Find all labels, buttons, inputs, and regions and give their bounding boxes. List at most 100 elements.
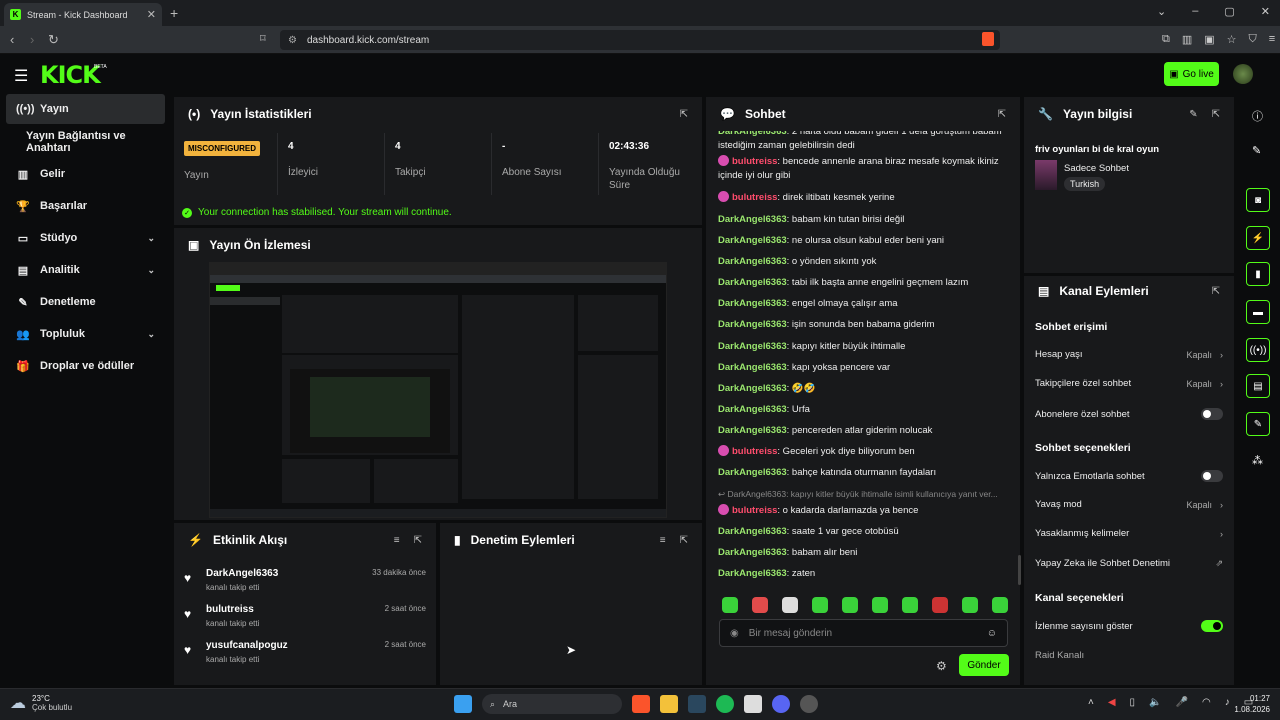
- chat-username[interactable]: DarkAngel6363: [718, 547, 787, 558]
- nodes-icon[interactable]: ⁂: [1252, 454, 1263, 467]
- chat-username[interactable]: DarkAngel6363: [718, 362, 787, 373]
- popout-icon[interactable]: ⇱: [680, 535, 688, 546]
- maximize-icon[interactable]: ▢: [1224, 5, 1234, 18]
- hamburger-menu-icon[interactable]: ☰: [14, 66, 28, 86]
- tray-app-icon[interactable]: ◀: [1108, 697, 1116, 708]
- chat-message[interactable]: bulutreiss: Geceleri yok diye biliyorum …: [718, 445, 1008, 459]
- steam-icon[interactable]: [688, 695, 706, 713]
- tab-list-icon[interactable]: ⌄: [1157, 5, 1166, 18]
- chat-message[interactable]: DarkAngel6363: babam kin tutan birisi de…: [718, 213, 1008, 227]
- chat-username[interactable]: DarkAngel6363: [718, 319, 787, 330]
- chat-username[interactable]: DarkAngel6363: [718, 467, 787, 478]
- chat-username[interactable]: DarkAngel6363: [718, 383, 787, 394]
- bookmarks-star-icon[interactable]: ☆: [1227, 33, 1237, 46]
- tab-close-icon[interactable]: ✕: [147, 8, 156, 21]
- chat-reply-preview[interactable]: ↩ DarkAngel6363: kapıyı kitler büyük iht…: [718, 487, 1008, 501]
- emote-button[interactable]: [932, 597, 948, 613]
- sidebar-item-stream[interactable]: ((•)) Yayın: [6, 94, 165, 124]
- popout-icon[interactable]: ⇱: [1212, 286, 1220, 297]
- chat-message-list[interactable]: DarkAngel6363: 2 hafta oldu babam gidelı…: [718, 131, 1008, 595]
- chat-message[interactable]: DarkAngel6363: zaten: [718, 567, 1008, 581]
- emote-button[interactable]: [992, 597, 1008, 613]
- sidebar-item-stream-key[interactable]: Yayın Bağlantısı ve Anahtarı: [6, 127, 165, 157]
- popout-icon[interactable]: ⇱: [680, 109, 688, 120]
- stream-preview-video[interactable]: [209, 262, 667, 518]
- wifi-icon[interactable]: ◠: [1202, 697, 1211, 708]
- sidebar-item-analytics[interactable]: ▤ Analitik ⌄: [6, 255, 165, 285]
- app-icon[interactable]: [744, 695, 762, 713]
- activity-user[interactable]: DarkAngel6363: [206, 568, 278, 579]
- extension-icon[interactable]: ⧉: [1162, 33, 1170, 46]
- chat-username[interactable]: DarkAngel6363: [718, 425, 787, 436]
- bolt-button[interactable]: ⚡: [1246, 226, 1270, 250]
- emote-button[interactable]: [782, 597, 798, 613]
- chat-username[interactable]: bulutreiss: [732, 192, 777, 203]
- chat-username[interactable]: DarkAngel6363: [718, 341, 787, 352]
- kick-logo[interactable]: KICK: [40, 61, 101, 89]
- popout-icon[interactable]: ⇱: [414, 535, 422, 546]
- chat-username[interactable]: DarkAngel6363: [718, 298, 787, 309]
- close-window-icon[interactable]: ✕: [1261, 5, 1270, 18]
- slow-mode-row[interactable]: Yavaş mod Kapalı ›: [1035, 499, 1223, 510]
- taskbar-clock[interactable]: 01:27 1.08.2026: [1232, 693, 1270, 715]
- filter-icon[interactable]: ≡: [394, 535, 400, 546]
- go-live-button[interactable]: ▣ Go live: [1164, 62, 1219, 86]
- brave-browser-icon[interactable]: [632, 695, 650, 713]
- send-button[interactable]: Gönder: [959, 654, 1009, 676]
- sidebar-item-achievements[interactable]: 🏆 Başarılar: [6, 191, 165, 221]
- sidebar-toggle-icon[interactable]: ▥: [1182, 33, 1192, 46]
- chat-message[interactable]: DarkAngel6363: tabi ilk başta anne engel…: [718, 276, 1008, 290]
- chat-message[interactable]: DarkAngel6363: o yönden sıkıntı yok: [718, 255, 1008, 269]
- ai-moderation-row[interactable]: Yapay Zeka ile Sohbet Denetimi ⇗: [1035, 558, 1223, 569]
- discord-icon[interactable]: [772, 695, 790, 713]
- bookmark-icon[interactable]: ⌑: [260, 32, 266, 45]
- vpn-shield-icon[interactable]: ⛉: [1249, 33, 1257, 46]
- chat-username[interactable]: DarkAngel6363: [718, 526, 787, 537]
- chat-username[interactable]: bulutreiss: [732, 446, 777, 457]
- layout-button[interactable]: ▤: [1246, 374, 1270, 398]
- chat-message[interactable]: bulutreiss: bencede annenle arana biraz …: [718, 155, 1008, 183]
- edit-icon[interactable]: ✎: [1189, 109, 1197, 120]
- chat-username[interactable]: DarkAngel6363: [718, 235, 787, 246]
- chat-settings-icon[interactable]: ◉: [730, 628, 739, 639]
- taskbar-search[interactable]: ⌕ Ara: [482, 694, 622, 714]
- chat-username[interactable]: DarkAngel6363: [718, 568, 787, 579]
- emote-button[interactable]: [812, 597, 828, 613]
- category-name[interactable]: Sadece Sohbet: [1064, 163, 1129, 174]
- chat-username[interactable]: DarkAngel6363: [718, 214, 787, 225]
- popout-icon[interactable]: ⇱: [1212, 109, 1220, 120]
- chat-message[interactable]: DarkAngel6363: bahçe katında oturmanın f…: [718, 466, 1008, 480]
- raid-channel-row[interactable]: Raid Kanalı: [1035, 650, 1223, 661]
- chat-message[interactable]: DarkAngel6363: saate 1 var gece otobüsü: [718, 525, 1008, 539]
- chat-message[interactable]: bulutreiss: o kadarda darlamazda ya benc…: [718, 504, 1008, 518]
- minimize-icon[interactable]: –: [1192, 5, 1198, 18]
- sidebar-item-community[interactable]: 👥 Topluluk ⌄: [6, 319, 165, 349]
- chat-username[interactable]: bulutreiss: [732, 505, 777, 516]
- file-explorer-icon[interactable]: [660, 695, 678, 713]
- emote-only-toggle[interactable]: [1201, 470, 1223, 482]
- chat-username[interactable]: DarkAngel6363: [718, 277, 787, 288]
- gear-icon[interactable]: ⚙: [936, 659, 947, 673]
- chat-message[interactable]: DarkAngel6363: kapıyı kitler büyük ihtim…: [718, 340, 1008, 354]
- sidebar-item-moderation[interactable]: ✎ Denetleme: [6, 287, 165, 317]
- activity-user[interactable]: bulutreiss: [206, 604, 254, 615]
- tray-app-icon[interactable]: ▯: [1130, 697, 1136, 708]
- brave-shield-icon[interactable]: [982, 32, 994, 46]
- reload-icon[interactable]: ↻: [48, 32, 59, 48]
- emote-button[interactable]: [842, 597, 858, 613]
- emoji-icon[interactable]: ☺: [987, 628, 997, 639]
- popout-icon[interactable]: ⇱: [998, 109, 1006, 120]
- sidebar-item-drops[interactable]: 🎁 Droplar ve ödüller: [6, 351, 165, 381]
- forward-icon[interactable]: ›: [30, 32, 34, 47]
- chat-message[interactable]: DarkAngel6363: 🤣🤣: [718, 382, 1008, 396]
- info-icon[interactable]: ⓘ: [1252, 108, 1263, 124]
- camera-button[interactable]: ◙: [1246, 188, 1270, 212]
- emote-button[interactable]: [752, 597, 768, 613]
- wrench-button[interactable]: ✎: [1246, 412, 1270, 436]
- speaker-icon[interactable]: ♪: [1225, 697, 1230, 708]
- wallet-icon[interactable]: ▣: [1204, 33, 1214, 46]
- chat-input[interactable]: ◉ Bir mesaj gönderin ☺: [719, 619, 1008, 647]
- chat-scrollbar[interactable]: [1018, 555, 1021, 585]
- emote-button[interactable]: [722, 597, 738, 613]
- chat-message[interactable]: DarkAngel6363: pencereden atlar giderim …: [718, 424, 1008, 438]
